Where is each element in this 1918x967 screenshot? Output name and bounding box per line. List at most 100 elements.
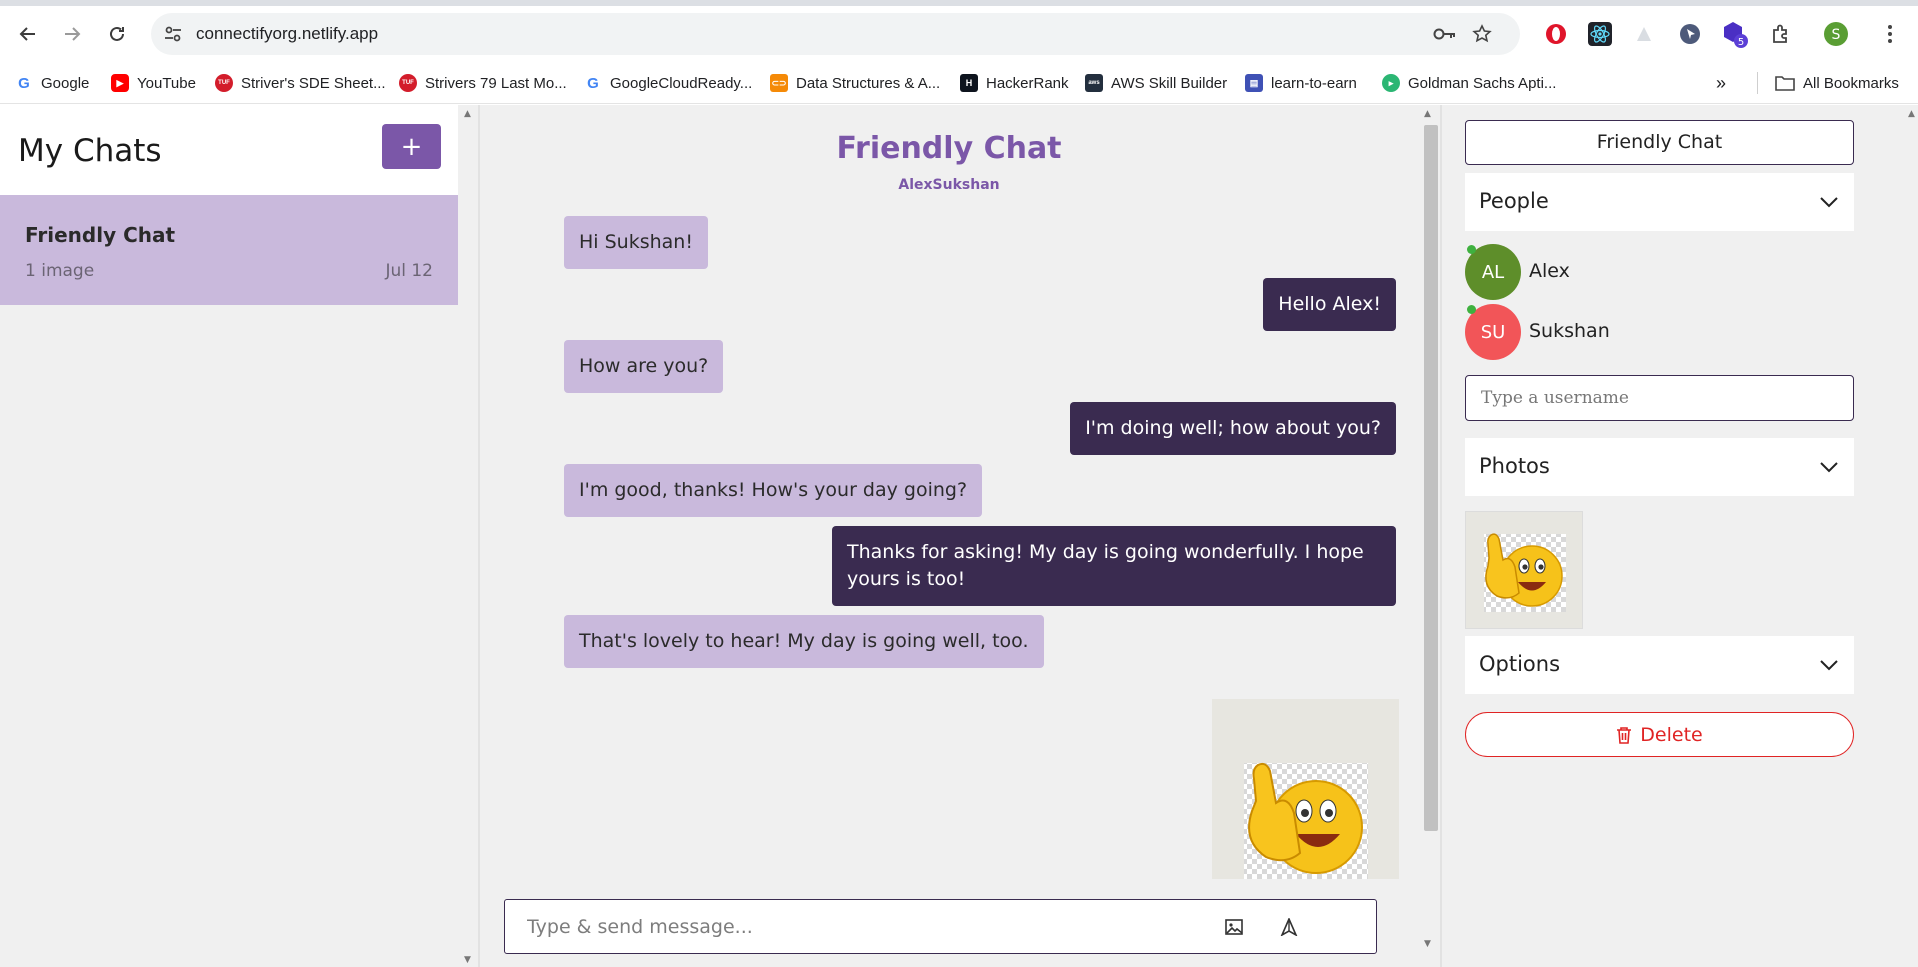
bookmark-google[interactable]: G Google — [15, 71, 89, 95]
chat-members: AlexSukshan — [898, 177, 1000, 193]
chat-settings-panel: Friendly Chat People AL Alex SU Sukshan … — [1440, 105, 1918, 967]
star-icon[interactable] — [1470, 22, 1494, 46]
message-bubble: I'm good, thanks! How's your day going? — [564, 464, 983, 517]
message-input[interactable] — [527, 913, 1167, 941]
message-bubble: Hi Sukshan! — [564, 216, 708, 269]
goldman-icon: ▸ — [1382, 74, 1400, 92]
chat-name-field[interactable]: Friendly Chat — [1465, 120, 1854, 165]
photos-label: Photos — [1479, 454, 1550, 478]
delete-label: Delete — [1640, 723, 1703, 746]
options-accordion[interactable]: Options — [1465, 636, 1854, 694]
chevron-down-icon — [1820, 462, 1838, 473]
google-icon: G — [15, 74, 33, 92]
delete-chat-button[interactable]: Delete — [1465, 712, 1854, 757]
person-row[interactable]: SU Sukshan — [1465, 304, 1765, 360]
url-text[interactable]: connectifyorg.netlify.app — [196, 24, 378, 44]
people-label: People — [1479, 189, 1549, 213]
image-message[interactable] — [1212, 699, 1399, 879]
bookmark-goldman-sachs[interactable]: ▸ Goldman Sachs Apti... — [1382, 71, 1556, 95]
tuf-icon: TUF — [399, 74, 417, 92]
username-input[interactable] — [1465, 375, 1854, 421]
back-button[interactable] — [12, 18, 44, 50]
photo-thumbnail[interactable] — [1465, 511, 1583, 629]
bookmark-data-structures[interactable]: ⊂⊃ Data Structures & A... — [770, 71, 940, 95]
person-name: Sukshan — [1529, 320, 1610, 342]
chat-list-scrollbar[interactable]: ▲ ▼ — [460, 105, 478, 967]
scroll-up-icon[interactable]: ▲ — [1424, 109, 1431, 119]
person-row[interactable]: AL Alex — [1465, 244, 1765, 300]
extension-badge-count: 5 — [1738, 37, 1744, 48]
all-bookmarks-button[interactable]: All Bookmarks — [1775, 71, 1899, 95]
message-bubble: Hello Alex! — [1263, 278, 1396, 331]
scroll-up-icon[interactable]: ▲ — [464, 109, 471, 119]
youtube-icon: ▶ — [111, 74, 129, 92]
new-chat-button[interactable]: + — [382, 124, 441, 169]
chevron-down-icon — [1820, 660, 1838, 671]
bookmark-learn-to-earn[interactable]: ▤ learn-to-earn — [1245, 71, 1357, 95]
bookmark-youtube[interactable]: ▶ YouTube — [111, 71, 196, 95]
image-upload-icon[interactable] — [1221, 914, 1247, 940]
bookmark-aws-skill-builder[interactable]: aws AWS Skill Builder — [1085, 71, 1227, 95]
chat-app: My Chats + Friendly Chat 1 image Jul 12 … — [0, 105, 1918, 967]
message-bubble: I'm doing well; how about you? — [1070, 402, 1396, 455]
person-name: Alex — [1529, 260, 1570, 282]
browser-toolbar: connectifyorg.netlify.app 5 S — [0, 6, 1918, 62]
arrow-left-icon — [19, 27, 35, 41]
bookmarks-bar: G Google ▶ YouTube TUF Striver's SDE Sheet.… — [0, 62, 1918, 104]
profile-initial: S — [1832, 27, 1841, 43]
my-chats-title: My Chats — [18, 133, 162, 169]
puzzle-extensions-icon[interactable] — [1767, 20, 1795, 48]
bookmark-googlecloudready[interactable]: G GoogleCloudReady... — [584, 71, 752, 95]
reload-icon — [110, 26, 124, 41]
bookmarks-overflow-icon[interactable]: » — [1716, 71, 1726, 95]
hexagon-extension-icon[interactable]: 5 — [1721, 20, 1749, 48]
opera-extension-icon[interactable] — [1542, 20, 1570, 48]
bookmarks-divider — [1757, 72, 1758, 94]
scrollbar-thumb[interactable] — [1424, 125, 1438, 831]
tuf-icon: TUF — [215, 74, 233, 92]
react-devtools-icon[interactable] — [1586, 20, 1614, 48]
chat-title: Friendly Chat — [836, 131, 1062, 166]
plus-icon: + — [400, 131, 423, 162]
message-bubble: That's lovely to hear! My day is going w… — [564, 615, 1044, 668]
learn-to-earn-icon: ▤ — [1245, 74, 1263, 92]
scroll-up-icon[interactable]: ▲ — [1908, 109, 1915, 119]
kebab-menu-icon[interactable] — [1876, 20, 1904, 48]
aws-icon: aws — [1085, 74, 1103, 92]
online-indicator — [1467, 305, 1476, 314]
chat-list-header: My Chats + — [0, 105, 458, 195]
settings-scrollbar[interactable]: ▲ — [1905, 105, 1918, 967]
reload-button[interactable] — [101, 18, 133, 50]
key-icon[interactable] — [1433, 22, 1457, 46]
options-label: Options — [1479, 652, 1561, 676]
scroll-down-icon[interactable]: ▼ — [1424, 939, 1431, 949]
people-accordion[interactable]: People — [1465, 173, 1854, 231]
arrow-right-icon — [65, 27, 81, 41]
hackerrank-icon: H — [960, 74, 978, 92]
chat-card-date: Jul 12 — [385, 261, 433, 281]
scroll-down-icon[interactable]: ▼ — [464, 955, 471, 965]
google-icon: G — [584, 74, 602, 92]
forward-button[interactable] — [56, 18, 88, 50]
chat-card-subtitle: 1 image — [25, 261, 95, 281]
photos-accordion[interactable]: Photos — [1465, 438, 1854, 496]
chat-feed-panel: Friendly Chat AlexSukshan Hi Sukshan! He… — [478, 105, 1440, 967]
message-bubble: How are you? — [564, 340, 724, 393]
bookmark-strivers-sde[interactable]: TUF Striver's SDE Sheet... — [215, 71, 386, 95]
gfg-icon: ⊂⊃ — [770, 74, 788, 92]
cursor-extension-icon[interactable] — [1676, 20, 1704, 48]
chevron-down-icon — [1820, 197, 1838, 208]
folder-icon — [1775, 76, 1795, 91]
profile-avatar[interactable]: S — [1822, 20, 1850, 48]
bookmark-strivers-79[interactable]: TUF Strivers 79 Last Mo... — [399, 71, 567, 95]
thumbs-up-smiley-image — [1244, 762, 1368, 879]
chat-card-name: Friendly Chat — [25, 223, 176, 247]
chat-card[interactable]: Friendly Chat 1 image Jul 12 — [0, 195, 458, 305]
chat-list-panel: My Chats + Friendly Chat 1 image Jul 12 … — [0, 105, 478, 967]
send-icon[interactable] — [1276, 914, 1302, 940]
online-indicator — [1467, 245, 1476, 254]
triangle-extension-icon[interactable] — [1630, 20, 1658, 48]
bookmark-hackerrank[interactable]: H HackerRank — [960, 71, 1069, 95]
site-info-icon[interactable] — [161, 22, 185, 46]
address-bar[interactable]: connectifyorg.netlify.app — [151, 13, 1520, 55]
